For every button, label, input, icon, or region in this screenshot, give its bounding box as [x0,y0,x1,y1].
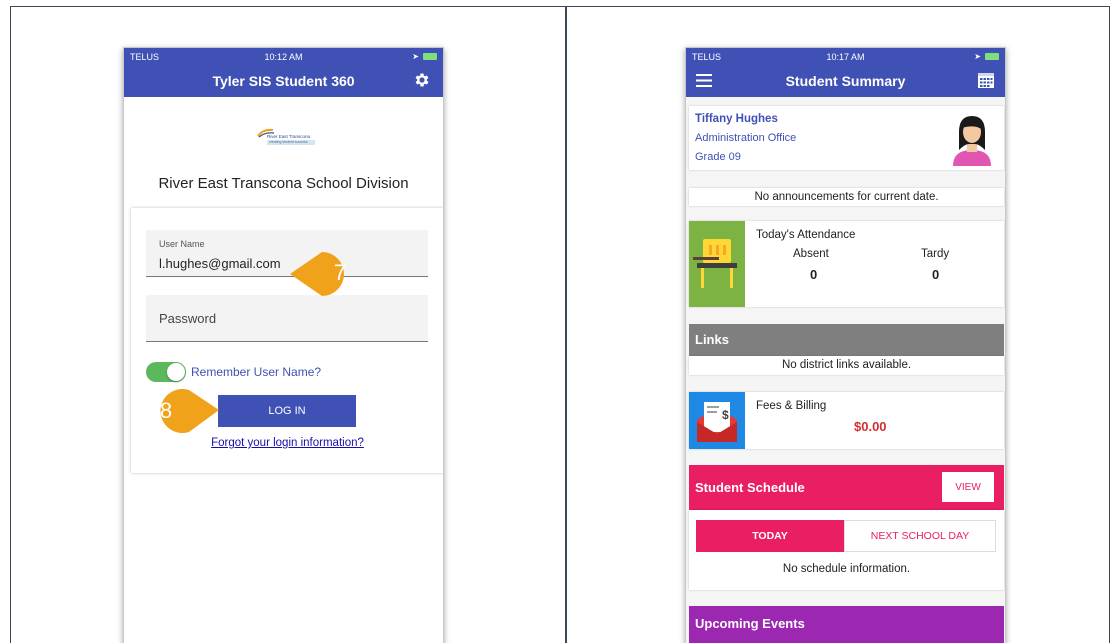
status-bar: TELUS 10:12 AM ➤ [124,48,443,65]
remember-toggle[interactable] [146,362,186,382]
tab-today[interactable]: TODAY [696,520,844,552]
fees-title: Fees & Billing [756,400,827,412]
tardy-count: 0 [932,267,940,282]
carrier-label: TELUS [130,51,160,62]
school-logo: River East Transcona creating student su… [257,128,317,150]
calendar-icon[interactable] [977,71,995,89]
toggle-knob [167,363,185,381]
remember-label: Remember User Name? [191,365,322,379]
fees-amount: $0.00 [854,419,887,434]
absent-count: 0 [810,267,818,282]
status-bar: TELUS 10:17 AM ➤ [686,48,1005,65]
step-8-marker: 8 [145,386,219,436]
app-title: Student Summary [785,73,906,89]
username-label: User Name [159,239,205,249]
gear-icon[interactable] [413,71,431,89]
step-7-number: 7 [333,260,347,285]
battery-icon [984,53,999,60]
schedule-card: TODAY NEXT SCHOOL DAY No schedule inform… [689,510,1004,590]
svg-text:$: $ [722,408,729,422]
student-name: Tiffany Hughes [695,113,778,125]
login-button[interactable]: LOG IN [218,395,356,427]
phone-summary-screen: TELUS 10:17 AM ➤ Student Summary Tiffany… [685,47,1006,643]
logo-name: River East Transcona [267,134,311,139]
student-profile-card[interactable]: Tiffany Hughes Administration Office Gra… [689,106,1004,170]
column-divider [565,6,567,643]
tardy-label: Tardy [921,248,950,260]
schedule-header: Student Schedule VIEW [689,465,1004,510]
clock-label: 10:17 AM [826,51,865,62]
app-bar: Tyler SIS Student 360 [124,65,443,97]
attendance-title: Today's Attendance [756,229,856,241]
fees-card[interactable]: $ Fees & Billing $0.00 [689,392,1004,449]
app-title: Tyler SIS Student 360 [212,73,355,89]
location-arrow-icon: ➤ [974,52,981,61]
attendance-card[interactable]: Today's Attendance Absent Tardy 0 0 [689,221,1004,307]
announcements-card: No announcements for current date. [689,188,1004,206]
step-8-number: 8 [159,398,173,423]
battery-icon [422,53,437,60]
step-7-marker: 7 [290,248,346,298]
username-value: l.hughes@gmail.com [159,256,281,271]
links-body: No district links available. [689,356,1004,375]
links-header: Links [689,324,1004,356]
absent-label: Absent [793,248,829,260]
bill-envelope-icon: $ [697,402,737,442]
clock-label: 10:12 AM [264,51,303,62]
schedule-title: Student Schedule [695,480,805,495]
student-office: Administration Office [695,132,797,144]
avatar [953,116,991,166]
logo-tagline: creating student success [269,140,308,144]
password-placeholder: Password [159,311,217,326]
carrier-label: TELUS [692,51,722,62]
student-grade: Grade 09 [695,151,741,163]
location-arrow-icon: ➤ [412,52,419,61]
school-title: River East Transcona School Division [158,175,409,192]
desk-chair-icon [693,239,737,288]
password-field[interactable]: Password [146,295,428,342]
schedule-empty-text: No schedule information. [782,563,911,575]
schedule-view-button[interactable]: VIEW [942,472,994,502]
app-bar: Student Summary [686,65,1005,97]
upcoming-events-header[interactable]: Upcoming Events [689,606,1004,643]
hamburger-menu-icon[interactable] [696,74,712,87]
phone-login-screen: TELUS 10:12 AM ➤ Tyler SIS Student 360 R… [123,47,444,643]
username-field[interactable]: User Name l.hughes@gmail.com [146,230,428,277]
tab-next-school-day[interactable]: NEXT SCHOOL DAY [844,520,996,552]
forgot-login-link[interactable]: Forgot your login information? [131,437,443,449]
